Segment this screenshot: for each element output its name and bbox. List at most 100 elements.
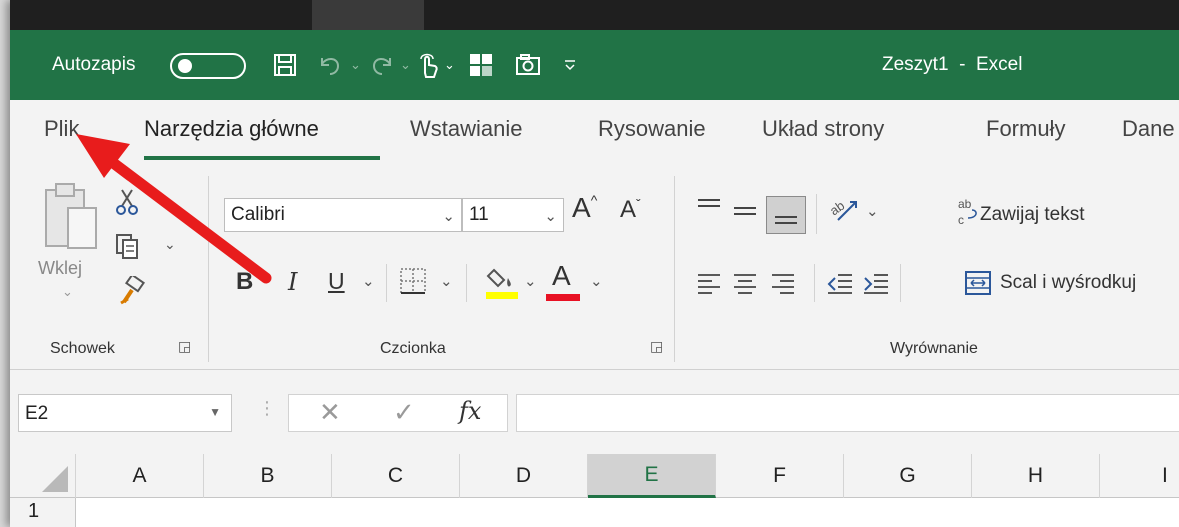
redo-icon[interactable] <box>368 30 396 100</box>
active-tab-indicator <box>144 156 380 160</box>
align-left-icon[interactable] <box>696 270 722 301</box>
separator <box>900 264 901 302</box>
layout-icon[interactable] <box>468 30 494 100</box>
font-color-dropdown-icon[interactable]: ⌄ <box>590 272 603 290</box>
undo-icon[interactable] <box>316 30 344 100</box>
underline-dropdown-icon[interactable]: ⌄ <box>362 272 375 290</box>
chevron-down-icon: ⌄ <box>544 208 557 225</box>
separator <box>814 264 815 302</box>
font-size-value: 11 <box>469 204 489 225</box>
borders-dropdown-icon[interactable]: ⌄ <box>440 272 453 290</box>
font-color-button[interactable]: A <box>552 260 571 292</box>
save-icon[interactable] <box>272 30 298 100</box>
separator <box>386 264 387 302</box>
align-bottom-icon <box>775 216 797 224</box>
column-header[interactable]: C <box>332 454 460 498</box>
separator <box>466 264 467 302</box>
tab-draw[interactable]: Rysowanie <box>598 116 706 142</box>
alignment-group-label: Wyrównanie <box>890 340 978 357</box>
wrap-text-icon: ab c <box>956 196 980 233</box>
fill-color-icon[interactable] <box>484 262 520 307</box>
autosave-label: Autozapis <box>52 54 136 75</box>
chevron-down-icon: ⌄ <box>442 208 455 225</box>
column-header[interactable]: F <box>716 454 844 498</box>
merge-center-button[interactable]: Scal i wyśrodkuj <box>1000 272 1136 294</box>
column-header[interactable]: G <box>844 454 972 498</box>
font-group-label: Czcionka <box>380 340 446 357</box>
name-box[interactable]: E2 ▼ <box>18 394 232 432</box>
align-bottom-button[interactable] <box>766 196 806 234</box>
paste-label[interactable]: Wklej <box>38 258 82 279</box>
camera-icon[interactable] <box>514 30 542 100</box>
group-separator <box>208 176 209 362</box>
orientation-dropdown-icon[interactable]: ⌄ <box>866 202 879 220</box>
insert-function-button[interactable]: fx <box>459 397 481 425</box>
touch-mode-icon[interactable] <box>416 30 440 100</box>
formula-input[interactable] <box>516 394 1179 432</box>
ribbon: Wklej ⌄ ⌄ Schowek ◲ Calibri ⌄ 11 ⌄ A^ Aˇ… <box>10 166 1179 370</box>
taskbar-strip <box>10 0 1179 30</box>
bold-button[interactable]: B <box>236 268 253 296</box>
separator <box>816 194 817 234</box>
font-dialog-launcher-icon[interactable]: ◲ <box>650 338 663 355</box>
cancel-icon[interactable]: ✕ <box>319 397 341 428</box>
row-header[interactable]: 1 <box>10 498 76 527</box>
font-color-swatch <box>546 294 580 301</box>
fill-color-dropdown-icon[interactable]: ⌄ <box>524 272 537 290</box>
italic-button[interactable]: I <box>288 268 297 296</box>
wrap-text-button[interactable]: Zawijaj tekst <box>980 204 1085 226</box>
column-header[interactable]: B <box>204 454 332 498</box>
touch-dropdown-icon[interactable]: ⌄ <box>444 30 455 100</box>
paste-dropdown-icon[interactable]: ⌄ <box>62 284 73 300</box>
formula-bar: E2 ▼ ⋮ ✕ ✓ fx <box>10 370 1179 454</box>
tab-file[interactable]: Plik <box>44 116 79 142</box>
chevron-down-icon: ▼ <box>209 405 221 419</box>
align-top-icon[interactable] <box>696 194 722 225</box>
format-painter-icon[interactable] <box>118 273 146 311</box>
shrink-font-button[interactable]: Aˇ <box>620 196 641 224</box>
autosave-toggle[interactable] <box>170 53 246 79</box>
select-all-corner[interactable] <box>10 454 76 498</box>
tab-home[interactable]: Narzędzia główne <box>144 116 319 142</box>
tab-insert[interactable]: Wstawianie <box>410 116 522 142</box>
svg-text:c: c <box>958 213 964 227</box>
tab-page-layout[interactable]: Układ strony <box>762 116 884 142</box>
paste-icon[interactable] <box>40 180 102 261</box>
formula-buttons: ✕ ✓ fx <box>288 394 508 432</box>
font-name-value: Calibri <box>231 204 285 225</box>
orientation-icon[interactable]: ab <box>827 194 862 229</box>
column-header-selected[interactable]: E <box>588 454 716 498</box>
tab-data[interactable]: Dane <box>1122 116 1175 142</box>
column-header[interactable]: H <box>972 454 1100 498</box>
column-header[interactable]: I <box>1100 454 1179 498</box>
svg-text:ab: ab <box>828 198 847 219</box>
column-header[interactable]: D <box>460 454 588 498</box>
cut-icon[interactable] <box>114 188 140 221</box>
enter-icon[interactable]: ✓ <box>393 397 415 428</box>
column-headers: A B C D E F G H I <box>10 454 1179 498</box>
customize-toolbar-icon[interactable] <box>562 30 578 100</box>
font-name-combo[interactable]: Calibri ⌄ <box>224 198 462 232</box>
align-center-icon[interactable] <box>732 270 758 301</box>
clipboard-dialog-launcher-icon[interactable]: ◲ <box>178 338 191 355</box>
copy-dropdown-icon[interactable]: ⌄ <box>164 236 176 253</box>
borders-icon[interactable] <box>398 266 428 301</box>
align-right-icon[interactable] <box>770 270 796 301</box>
decrease-indent-icon[interactable] <box>826 270 854 301</box>
underline-button[interactable]: U <box>328 268 345 295</box>
redo-dropdown-icon[interactable]: ⌄ <box>400 30 411 100</box>
svg-text:ab: ab <box>958 197 972 211</box>
font-size-combo[interactable]: 11 ⌄ <box>462 198 564 232</box>
name-box-value: E2 <box>25 403 49 424</box>
copy-icon[interactable] <box>114 232 142 265</box>
excel-window: Autozapis ⌄ ⌄ ⌄ Zeszyt1 - Excel Plik Nar… <box>10 0 1179 527</box>
align-middle-icon[interactable] <box>732 200 758 231</box>
undo-dropdown-icon[interactable]: ⌄ <box>350 30 361 100</box>
tab-formulas[interactable]: Formuły <box>986 116 1065 142</box>
document-title: Zeszyt1 - Excel <box>882 54 1023 75</box>
formula-bar-grip-icon[interactable]: ⋮ <box>258 398 276 419</box>
grow-font-button[interactable]: A^ <box>572 192 597 224</box>
merge-center-icon <box>964 270 992 301</box>
column-header[interactable]: A <box>76 454 204 498</box>
increase-indent-icon[interactable] <box>862 270 890 301</box>
